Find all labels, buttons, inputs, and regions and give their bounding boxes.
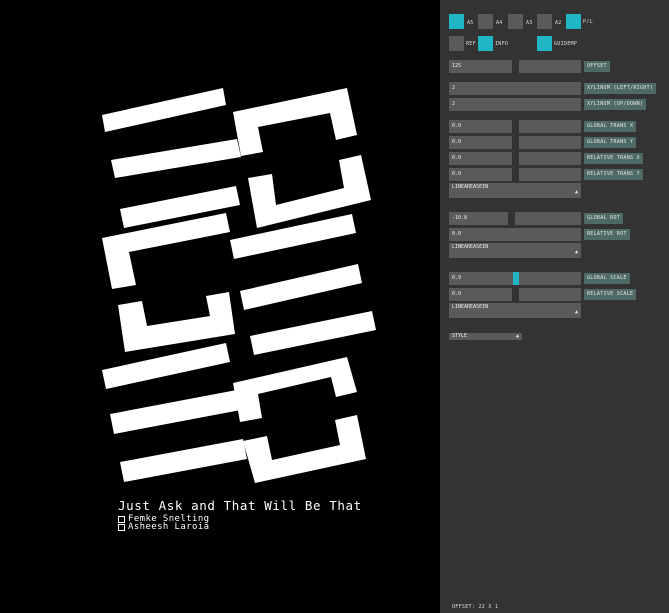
pattern-bar [110,389,246,434]
caret-up-icon: ▲ [574,249,578,255]
poster-graphic [102,88,376,483]
orientation-label: P/L [583,19,593,25]
relative-scale-label: RELATIVE SCALE [584,289,637,300]
xylinum-ud-label: XYLINUM (UP/DOWN) [584,99,647,110]
relative-rot-slider[interactable]: 0.0 [449,228,581,241]
format-checkbox-a3[interactable] [508,14,523,29]
info-checkbox[interactable] [478,36,493,51]
relative-scale-slider[interactable] [519,288,581,301]
easing-dropdown-trans[interactable]: LINEAREASEIN ▲ [449,183,581,198]
style-dropdown[interactable]: STYLE ▲ [449,333,522,340]
offset-readout: OFFSET: 22 X 1 [452,604,499,610]
format-checkbox-a4[interactable] [478,14,493,29]
format-label-a2: A2 [555,20,562,26]
easing-dropdown-rot[interactable]: LINEAREASEIN ▲ [449,243,581,258]
relative-trans-x-label: RELATIVE TRANS X [584,153,643,164]
pattern-bar [230,214,356,259]
pattern-bar [120,439,247,482]
xylinum-lr-label: XYLINUM (LEFT/RIGHT) [584,83,657,94]
relative-trans-y-slider[interactable] [519,168,581,181]
offset-input[interactable]: 125 [449,60,512,73]
poster-author-2: Asheesh Laroia [118,522,209,532]
author-mark-icon [118,523,125,531]
relative-rot-label: RELATIVE ROT [584,229,630,240]
format-checkbox-a2[interactable] [537,14,552,29]
global-scale-label: GLOBAL SCALE [584,273,630,284]
easing-value: LINEAREASEIN [452,244,489,250]
poster-title: Just Ask and That Will Be That [118,498,362,513]
relative-trans-x-slider[interactable] [519,152,581,165]
guidemp-checkbox[interactable] [537,36,552,51]
pattern-bracket [102,213,230,289]
pattern-bar [111,139,241,178]
relative-trans-y-input[interactable]: 0.0 [449,168,512,181]
ref-label: REF [466,41,476,47]
author-name: Asheesh Laroia [128,522,210,532]
right-pattern-column [230,88,376,483]
pattern-bar [240,264,362,310]
easing-value: LINEAREASEIN [452,184,489,190]
orientation-checkbox[interactable] [566,14,581,29]
global-trans-x-slider[interactable] [519,120,581,133]
global-rot-label: GLOBAL ROT [584,213,624,224]
relative-trans-y-label: RELATIVE TRANS Y [584,169,643,180]
relative-scale-input[interactable]: 0.0 [449,288,512,301]
caret-up-icon: ▲ [574,189,578,195]
caret-up-icon: ▲ [515,333,519,339]
pattern-bar [102,88,226,132]
global-scale-slider[interactable]: 0.9 [449,272,581,285]
left-pattern-column [102,88,247,482]
pattern-bar [102,343,230,389]
pattern-bracket [243,415,366,483]
relative-trans-x-input[interactable]: 0.0 [449,152,512,165]
global-trans-y-input[interactable]: 0.0 [449,136,512,149]
global-rot-input[interactable]: -10.8 [449,212,508,225]
pattern-bar [250,311,376,355]
format-label-a3: A3 [526,20,533,26]
control-panel: A5 A4 A3 A2 P/L REF INFO GUIDEMP 125 OFF… [440,0,669,613]
global-trans-x-input[interactable]: 0.0 [449,120,512,133]
global-trans-y-label: GLOBAL TRANS Y [584,137,637,148]
poster-canvas: Just Ask and That Will Be That Femke Sne… [0,0,440,613]
offset-label: OFFSET [584,61,610,72]
info-label: INFO [495,41,509,47]
xylinum-lr-slider[interactable]: 2 [449,82,581,95]
caret-up-icon: ▲ [574,309,578,315]
format-label-a4: A4 [496,20,503,26]
global-scale-knob[interactable] [513,272,519,285]
global-trans-x-label: GLOBAL TRANS X [584,121,637,132]
format-checkbox-a5[interactable] [449,14,464,29]
easing-dropdown-scale[interactable]: LINEAREASEIN ▲ [449,303,581,318]
ref-checkbox[interactable] [449,36,464,51]
pattern-bracket [233,88,357,156]
xylinum-ud-slider[interactable]: 2 [449,98,581,111]
offset-slider[interactable] [519,60,581,73]
pattern-bracket [233,357,357,422]
pattern-bracket [118,292,235,352]
global-trans-y-slider[interactable] [519,136,581,149]
global-rot-slider[interactable] [515,212,581,225]
style-value: STYLE [452,333,468,339]
guidemp-label: GUIDEMP [554,41,578,47]
easing-value: LINEAREASEIN [452,304,489,310]
format-label-a5: A5 [467,20,474,26]
